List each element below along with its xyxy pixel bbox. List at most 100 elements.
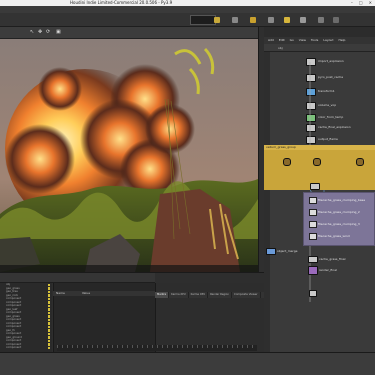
- menu-edit[interactable]: Edit: [279, 37, 285, 44]
- timeline-tick: [107, 345, 108, 348]
- tab-region[interactable]: Render Region: [208, 292, 233, 298]
- node-filecache-3[interactable]: [309, 221, 317, 228]
- node-vellum-out[interactable]: [310, 183, 320, 190]
- timeline-tick: [237, 345, 238, 348]
- tree-row-label: component: [6, 345, 22, 349]
- menu-layout[interactable]: Layout: [323, 37, 333, 44]
- render-view-tabs: Mantra Karma XPU Karma CPU Render Region…: [155, 292, 264, 298]
- node-label: render_final: [319, 268, 337, 272]
- node-vellum-b[interactable]: [313, 158, 321, 166]
- node-cache-grass[interactable]: [308, 256, 318, 263]
- node-vellum-a[interactable]: [283, 158, 291, 166]
- timeline-tick: [157, 345, 158, 348]
- timeline-tick: [197, 345, 198, 348]
- menu-add[interactable]: Add: [268, 37, 274, 44]
- timeline-tick: [142, 345, 143, 348]
- timeline-tick: [112, 345, 113, 348]
- scene-tree[interactable]: obj geo_grass geo_tree geo_rock component com…: [0, 282, 52, 352]
- timeline-tick: [117, 345, 118, 348]
- node-render[interactable]: [308, 266, 318, 275]
- timeline-tick: [97, 345, 98, 348]
- node-label: filecache_grass_wind: [318, 234, 350, 238]
- network-tabs: [264, 27, 375, 37]
- menu-help[interactable]: Help: [339, 37, 346, 44]
- misc2-icon[interactable]: [333, 17, 339, 23]
- node-end[interactable]: [309, 290, 317, 297]
- timeline-tick: [137, 345, 138, 348]
- node-object-merge[interactable]: [266, 248, 276, 255]
- menu-go[interactable]: Go: [290, 37, 294, 44]
- node-label: filecache_grass_clumping_base: [318, 198, 366, 202]
- timeline-tick: [72, 345, 73, 348]
- network-path-label: obj: [278, 46, 283, 50]
- timeline-tick: [207, 345, 208, 348]
- select-tool-icon[interactable]: ↖: [30, 30, 35, 35]
- node-filecache-4[interactable]: [309, 233, 317, 240]
- node-filecache-2[interactable]: [309, 209, 317, 216]
- network-box-header[interactable]: vellum_grass_group: [264, 145, 375, 150]
- timeline-tick: [122, 345, 123, 348]
- frame-tool-icon[interactable]: ▣: [56, 30, 61, 35]
- node-vellum-c[interactable]: [356, 158, 364, 166]
- main-menu-bar: [0, 6, 375, 13]
- window-title: Houdini Indie Limited-Commercial 20.0.50…: [70, 0, 173, 5]
- timeline-tick: [152, 345, 153, 348]
- tab-karma-cpu[interactable]: Karma CPU: [189, 292, 209, 298]
- timeline-tick: [132, 345, 133, 348]
- timeline-tick: [127, 345, 128, 348]
- timeline-marker[interactable]: [57, 345, 58, 348]
- light-icon[interactable]: [250, 17, 256, 23]
- tree-row[interactable]: component: [0, 345, 52, 350]
- timeline-tick: [162, 345, 163, 348]
- viewport-toolbar: ↖ ✥ ⟳ ▣: [0, 27, 260, 39]
- 3d-viewport[interactable]: [0, 39, 258, 272]
- sim-icon[interactable]: [300, 17, 306, 23]
- visibility-toggle[interactable]: [48, 346, 50, 349]
- bottom-dock-tabs: [0, 273, 155, 283]
- node-label: object_merge: [277, 249, 298, 253]
- timeline-tick: [192, 345, 193, 348]
- misc-icon[interactable]: [318, 17, 324, 23]
- timeline-tick: [182, 345, 183, 348]
- node-label: filecache_grass_clumping_2: [318, 210, 360, 214]
- tab-karma-xpu[interactable]: Karma XPU: [169, 292, 189, 298]
- params-header: Name Value: [53, 291, 155, 296]
- network-box-filecache[interactable]: filecache_grass_clumping_base filecache_…: [303, 192, 375, 246]
- timeline-tick: [172, 345, 173, 348]
- desktop-selector[interactable]: [190, 15, 216, 25]
- timeline-tick: [212, 345, 213, 348]
- menu-tools[interactable]: Tools: [311, 37, 318, 44]
- timeline-tick: [232, 345, 233, 348]
- timeline-tick: [92, 345, 93, 348]
- viewport-status: [0, 265, 258, 272]
- tab-composite[interactable]: Composite Viewer: [232, 292, 261, 298]
- move-tool-icon[interactable]: ✥: [38, 30, 43, 35]
- rotate-tool-icon[interactable]: ⟳: [46, 30, 51, 35]
- camera-icon[interactable]: [232, 17, 238, 23]
- timeline-tick: [62, 345, 63, 348]
- timeline-bar[interactable]: [57, 345, 257, 351]
- params-col-value: Value: [81, 291, 91, 295]
- timeline-tick: [77, 345, 78, 348]
- node-filecache-1[interactable]: [309, 197, 317, 204]
- network-menu: Add Edit Go View Tools Layout Help: [264, 37, 375, 44]
- menu-view[interactable]: View: [299, 37, 306, 44]
- timeline-tick: [102, 345, 103, 348]
- timeline-tick: [67, 345, 68, 348]
- viewport-render: [0, 39, 258, 272]
- node-label: filecache_grass_clumping_3: [318, 222, 360, 226]
- timeline-tick: [242, 345, 243, 348]
- params-col-name: Name: [56, 291, 65, 295]
- timeline-tick: [227, 345, 228, 348]
- status-bar: [0, 352, 375, 375]
- render-icon[interactable]: [284, 17, 290, 23]
- timeline-tick: [177, 345, 178, 348]
- network-path[interactable]: obj: [264, 44, 375, 52]
- geo-icon[interactable]: [268, 17, 274, 23]
- shelf-icon[interactable]: [214, 17, 220, 23]
- main-toolbar: [0, 13, 375, 27]
- tab-mantra[interactable]: Mantra: [155, 292, 170, 298]
- timeline-tick: [202, 345, 203, 348]
- timeline-tick: [167, 345, 168, 348]
- timeline-tick: [147, 345, 148, 348]
